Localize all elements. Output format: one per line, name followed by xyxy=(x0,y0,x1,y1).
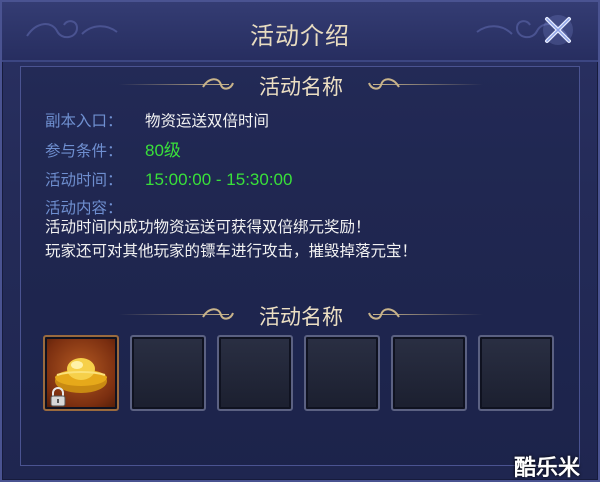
reward-slot[interactable] xyxy=(217,335,293,411)
section-header-1: 活动名称 xyxy=(21,69,581,101)
swirl-ornament-icon xyxy=(368,308,400,320)
time-value: 15:00:00 - 15:30:00 xyxy=(145,170,293,189)
divider-line xyxy=(373,314,483,315)
condition-label: 参与条件： xyxy=(45,142,123,160)
condition-value: 80级 xyxy=(145,141,181,160)
title-bar: 活动介绍 xyxy=(2,2,598,62)
close-x-icon xyxy=(543,15,573,45)
time-row: 活动时间： 15:00:00 - 15:30:00 xyxy=(45,165,565,194)
swirl-ornament-icon xyxy=(368,78,400,90)
section-title: 活动名称 xyxy=(259,75,343,99)
reward-slot[interactable] xyxy=(478,335,554,411)
reward-slot[interactable] xyxy=(304,335,380,411)
content-panel: 活动名称 副本入口： 物资运送双倍时间 参与条件： 80级 活动时间： 15:00:0… xyxy=(20,66,580,466)
section-title: 活动名称 xyxy=(259,305,343,329)
activity-info: 副本入口： 物资运送双倍时间 参与条件： 80级 活动时间： 15:00:00 - 1… xyxy=(45,107,565,223)
activity-description: 活动时间内成功物资运送可获得双倍绑元奖励！ 玩家还可对其他玩家的镖车进行攻击，摧… xyxy=(45,215,565,263)
condition-row: 参与条件： 80级 xyxy=(45,136,565,165)
divider-line xyxy=(373,84,483,85)
reward-slot[interactable] xyxy=(391,335,467,411)
reward-slot[interactable] xyxy=(130,335,206,411)
close-button[interactable] xyxy=(538,10,578,50)
activity-intro-window: 活动介绍 活动名称 副本入口： 物资运送双倍时间 参与条件： 80级 活动时间：… xyxy=(0,0,600,482)
watermark: 酷乐米 xyxy=(514,456,581,481)
time-label: 活动时间： xyxy=(45,171,123,189)
description-line: 活动时间内成功物资运送可获得双倍绑元奖励！ xyxy=(45,218,371,236)
reward-slot[interactable] xyxy=(43,335,119,411)
reward-slots xyxy=(43,335,563,415)
description-line: 玩家还可对其他玩家的镖车进行攻击，摧毁掉落元宝！ xyxy=(45,242,418,260)
entry-row: 副本入口： 物资运送双倍时间 xyxy=(45,107,565,136)
entry-value: 物资运送双倍时间 xyxy=(145,112,270,130)
window-title: 活动介绍 xyxy=(250,22,350,50)
lock-icon xyxy=(50,387,66,407)
entry-label: 副本入口： xyxy=(45,112,123,130)
section-header-2: 活动名称 xyxy=(21,299,581,331)
